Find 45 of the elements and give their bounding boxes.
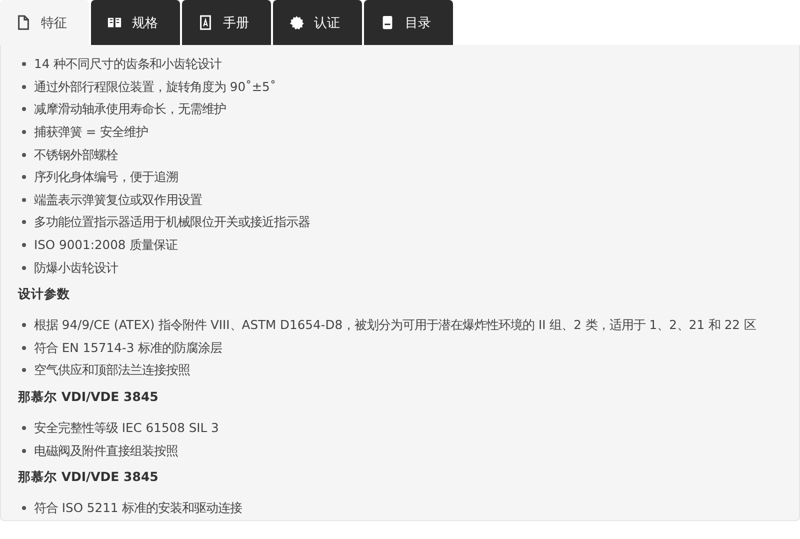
- tab[interactable]: 规格: [91, 0, 180, 45]
- bullet-dot: [22, 107, 26, 112]
- tab[interactable]: 认证: [273, 0, 362, 45]
- feature-item: 多功能位置指示器适用于机械限位开关或接近指示器: [34, 214, 310, 230]
- pdf-icon: [198, 15, 213, 30]
- feature-item: 符合 EN 15714-3 标准的防腐涂层: [34, 340, 222, 356]
- feature-item: 捕获弹簧 = 安全维护: [34, 124, 148, 140]
- section-heading: 设计参数: [18, 284, 71, 303]
- feature-item: 符合 ISO 5211 标准的安装和驱动连接: [34, 500, 242, 516]
- feature-item: 根据 94/9/CE (ATEX) 指令附件 VIII、ASTM D1654-D8，被划分为可用于潜在爆炸性环境的 II 组、2 类，适用于 1、2、21 和 22 区: [34, 317, 756, 334]
- bullet-dot: [22, 175, 26, 180]
- bullet-dot: [22, 152, 26, 157]
- bullet-dot: [22, 130, 26, 134]
- feature-item: ISO 9001:2008 质量保证: [34, 237, 178, 254]
- bullet-dot: [22, 266, 26, 270]
- tab[interactable]: 目录: [364, 0, 453, 45]
- catalog-icon: [380, 15, 395, 30]
- book-icon: [107, 15, 122, 30]
- feature-item: 通过外部行程限位装置，旋转角度为 90˚±5˚: [34, 78, 276, 95]
- feature-item: 序列化身体编号，便于追溯: [34, 169, 178, 186]
- tab[interactable]: 手册: [182, 0, 271, 45]
- feature-item: 14 种不同尺寸的齿条和小齿轮设计: [34, 56, 222, 72]
- feature-item: 端盖表示弹簧复位或双作用设置: [34, 192, 202, 208]
- bullet-dot: [22, 448, 26, 453]
- feature-item: 减摩滑动轴承使用寿命长，无需维护: [34, 101, 226, 118]
- feature-item: 不锈钢外部螺栓: [34, 146, 118, 163]
- feature-item: 安全完整性等级 IEC 61508 SIL 3: [34, 420, 219, 436]
- bullet-dot: [22, 243, 26, 248]
- bullet-dot: [22, 506, 26, 510]
- section-heading: 那慕尔 VDI/VDE 3845: [18, 388, 160, 406]
- bullet-dot: [22, 368, 26, 372]
- section-heading: 那慕尔 VDI/VDE 3845: [18, 468, 160, 486]
- tab[interactable]: 特征: [0, 0, 89, 45]
- bullet-dot: [22, 220, 26, 224]
- feature-item: 防爆小齿轮设计: [34, 260, 118, 276]
- feature-item: 空气供应和顶部法兰连接按照: [34, 362, 190, 378]
- feature-item: 电磁阀及附件直接组装按照: [34, 442, 178, 459]
- bullet-dot: [22, 84, 26, 89]
- bullet-dot: [22, 346, 26, 350]
- seal-icon: [289, 15, 304, 30]
- bullet-dot: [22, 198, 26, 202]
- document-icon: [16, 15, 31, 30]
- bullet-dot: [22, 323, 26, 328]
- bullet-dot: [22, 426, 26, 430]
- bullet-dot: [22, 62, 26, 66]
